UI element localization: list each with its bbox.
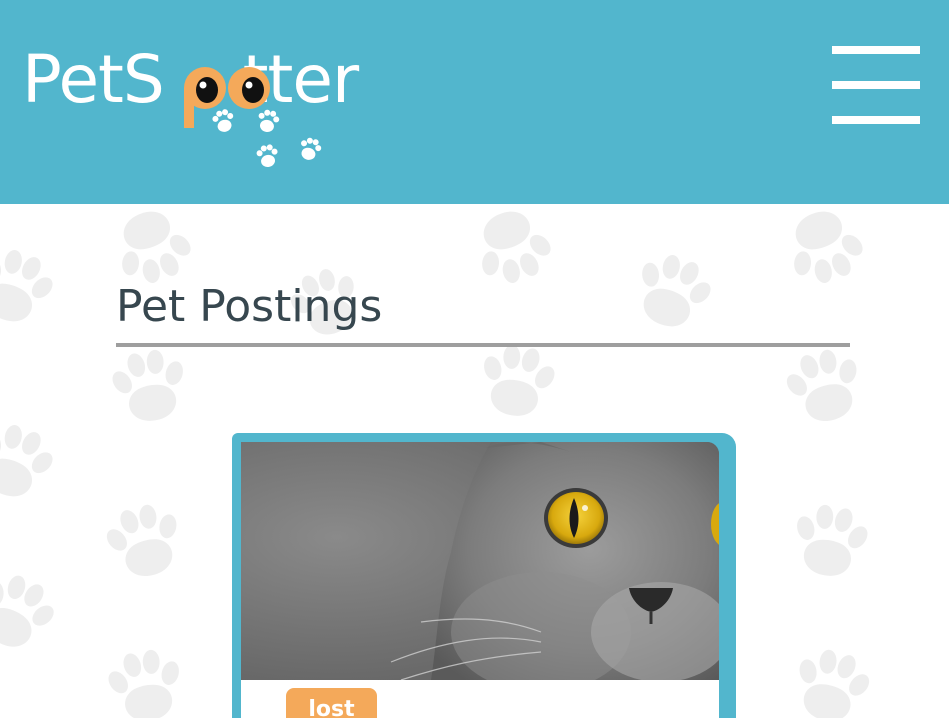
- cat-image: [241, 442, 719, 680]
- hamburger-menu-button[interactable]: [830, 44, 922, 128]
- status-badge: lost: [286, 688, 377, 718]
- menu-bar-bottom: [832, 116, 920, 124]
- menu-bar-middle: [832, 81, 920, 89]
- site-header: PetSootter: [0, 0, 949, 204]
- logo-eyes-and-paws-icon: [184, 67, 322, 167]
- page: PetSootter: [0, 0, 949, 718]
- page-title: Pet Postings: [116, 281, 383, 332]
- gray-cat-photo[interactable]: [241, 442, 719, 680]
- title-underline: [116, 343, 850, 347]
- menu-bar-top: [832, 46, 920, 54]
- petspotter-logo[interactable]: PetSootter: [22, 30, 422, 180]
